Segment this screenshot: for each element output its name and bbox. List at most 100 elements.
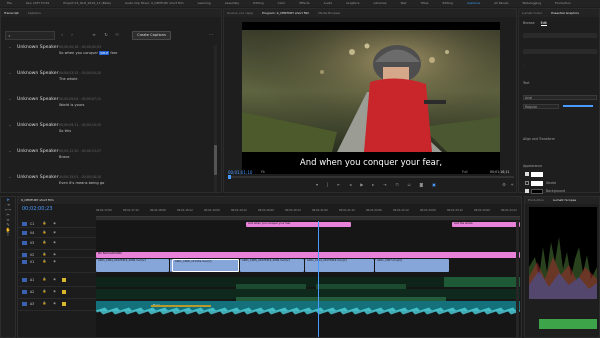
transcript-scrollbar[interactable] [214, 45, 217, 192]
video-frame[interactable]: And when you conquer your fear, [242, 22, 500, 174]
caption-clip[interactable]: And when you conquer your fear [246, 222, 351, 227]
graphic-clip[interactable]: MC BACKGROUND [96, 252, 520, 258]
speaker-name[interactable]: Unknown Speaker [17, 97, 58, 102]
tab-captions[interactable]: Captions [28, 11, 41, 15]
lock-icon[interactable]: 🔒 [42, 230, 47, 235]
eye-icon[interactable]: ◉ [52, 221, 57, 226]
fill-checkbox[interactable] [525, 172, 529, 176]
chevron-down-icon[interactable]: › [69, 32, 75, 37]
workspace-item[interactable]: Metalogging [522, 1, 541, 5]
type-tool-icon[interactable]: T [1, 232, 15, 237]
more-options-icon[interactable]: ·· [7, 71, 13, 76]
transcript-entry[interactable]: ·· Unknown Speaker 00;00;12;20 - 00;00;13;… [1, 149, 213, 173]
tab-media-browser[interactable]: Media Browser [318, 11, 340, 15]
layer-row[interactable] [523, 49, 597, 54]
stroke-checkbox[interactable] [525, 181, 529, 185]
source-patch[interactable] [22, 241, 27, 245]
video-clip[interactable]: A001_C008_1213AS.mov[V] [172, 259, 239, 272]
more-options-icon[interactable]: ·· [7, 97, 13, 102]
eye-icon[interactable]: ◉ [52, 252, 57, 257]
track-header[interactable]: V1 🔒 ◉ [18, 259, 96, 273]
eye-icon[interactable]: ◉ [52, 230, 57, 235]
video-clip[interactable]: A001_C014_20170919.mov[V] [305, 259, 374, 272]
transcript-entry[interactable]: ·· Unknown Speaker 00;00;03;15 - 00;00;04;… [1, 71, 213, 95]
tab-browse[interactable]: Browse [523, 21, 535, 26]
workspace-item[interactable]: Editing [253, 1, 263, 5]
search-input[interactable]: ⌕ [5, 31, 55, 40]
workspace-item[interactable]: Text [400, 1, 406, 5]
more-options-icon[interactable]: ·· [7, 149, 13, 154]
workspace-item[interactable]: Audio [324, 1, 333, 5]
eye-icon[interactable]: ◉ [52, 301, 57, 306]
monitor-scrubber[interactable] [228, 175, 514, 179]
lift-icon[interactable]: ⊓ [395, 182, 398, 189]
workspace-item[interactable]: Titles [421, 1, 429, 5]
lock-icon[interactable]: 🔒 [42, 221, 47, 226]
transcript-entry[interactable]: ·· Unknown Speaker 00;00;09;11 - 00;00;10;… [1, 123, 213, 147]
workspace-item[interactable]: Graphics [346, 1, 359, 5]
eye-icon[interactable]: ◉ [52, 259, 57, 264]
time-ruler[interactable]: 00;01;17;00 00;01;17;12 00;01;18;00 00;01;1… [96, 207, 520, 217]
caption-clip[interactable]: And the whole [452, 222, 520, 227]
entry-text[interactable]: The whole [59, 77, 77, 81]
lock-icon[interactable]: 🔒 [42, 259, 47, 264]
settings-icon[interactable]: ⚙ [501, 182, 507, 187]
track-header[interactable]: A1 🔒 ◉ [18, 277, 96, 287]
source-patch[interactable] [22, 253, 27, 257]
video-clip[interactable]: A001_C007.mov[V] [375, 259, 449, 272]
audio-clip-a1[interactable] [96, 277, 446, 290]
entry-text[interactable]: World is yours [59, 103, 84, 107]
workspace-item[interactable]: Kev. LT/FI T0 E2 [26, 1, 49, 5]
music-clip[interactable]: Music [96, 301, 520, 315]
chevron-up-icon[interactable]: ‹ [59, 32, 65, 37]
entry-text[interactable]: So this [59, 129, 71, 133]
speaker-name[interactable]: Unknown Speaker [17, 149, 58, 154]
track-area[interactable]: And when you conquer your fear And the w… [96, 221, 520, 337]
source-patch[interactable] [22, 231, 27, 235]
workspace-item[interactable]: Assembly [225, 1, 239, 5]
step-forward-icon[interactable]: ▸ [372, 182, 374, 189]
extract-icon[interactable]: ⊔ [407, 182, 410, 189]
workspace-item[interactable]: Audio Clip Mixer: 9_CENTURY short film [125, 1, 184, 5]
workspace-item[interactable]: Production [555, 1, 571, 5]
layer-row[interactable] [523, 33, 597, 38]
audio-clip-a2[interactable] [96, 289, 520, 301]
transcript-entry[interactable]: ·· Unknown Speaker 00;00;05;04 - 00;00;07;… [1, 97, 213, 121]
zoom-select[interactable]: Fit [261, 170, 265, 174]
audio-clip-a1b[interactable] [444, 277, 520, 287]
workspace-item[interactable]: File [7, 1, 12, 5]
more-options-icon[interactable]: ··· [207, 32, 215, 37]
create-captions-button[interactable]: Create Captions [132, 31, 171, 40]
workspace-item[interactable]: Editing [443, 1, 453, 5]
track-header[interactable]: V4 🔒 ◉ [18, 230, 96, 238]
stroke-swatch[interactable] [531, 181, 543, 186]
source-patch[interactable] [22, 290, 27, 294]
speaker-name[interactable]: Unknown Speaker [17, 45, 58, 50]
go-to-in-icon[interactable]: ⇤ [337, 182, 340, 189]
tab-edit[interactable]: Edit [540, 21, 547, 26]
timeline-scrollbar[interactable] [516, 221, 519, 337]
add-button-icon[interactable]: + [509, 182, 515, 187]
background-checkbox[interactable] [525, 189, 529, 193]
tab-essential-graphics[interactable]: Essential Graphics [551, 11, 579, 15]
workspace-item[interactable]: Color [278, 1, 286, 5]
speaker-name[interactable]: Unknown Speaker [17, 123, 58, 128]
tab-lumetri-scopes[interactable]: Lumetri Scopes [553, 198, 576, 202]
refresh-icon[interactable]: ↻ [103, 32, 109, 37]
speaker-name[interactable]: Unknown Speaker [17, 71, 58, 76]
workspace-item[interactable]: Libraries [373, 1, 386, 5]
timeline-timecode[interactable]: 00;02;00;23 [22, 206, 53, 212]
workspace-item[interactable]: Captions [467, 1, 480, 5]
track-header[interactable]: C1 🔒 ◉ [18, 221, 96, 228]
step-back-icon[interactable]: ◂ [349, 182, 351, 189]
fill-swatch[interactable] [531, 172, 543, 177]
mute-button[interactable] [62, 302, 66, 306]
tab-lumetri-color[interactable]: Lumetri Color [522, 11, 542, 15]
eye-icon[interactable]: ◉ [52, 289, 57, 294]
export-frame-icon[interactable]: ◙ [419, 182, 423, 189]
workspace-item[interactable]: Project 03_OLH_2019_11 (Beta) [63, 1, 111, 5]
speaker-icon[interactable]: ⚇ [114, 32, 120, 37]
play-icon[interactable]: ▶ [360, 182, 363, 189]
mark-out-icon[interactable]: | [327, 182, 328, 189]
workspace-item[interactable]: All Panels [494, 1, 508, 5]
